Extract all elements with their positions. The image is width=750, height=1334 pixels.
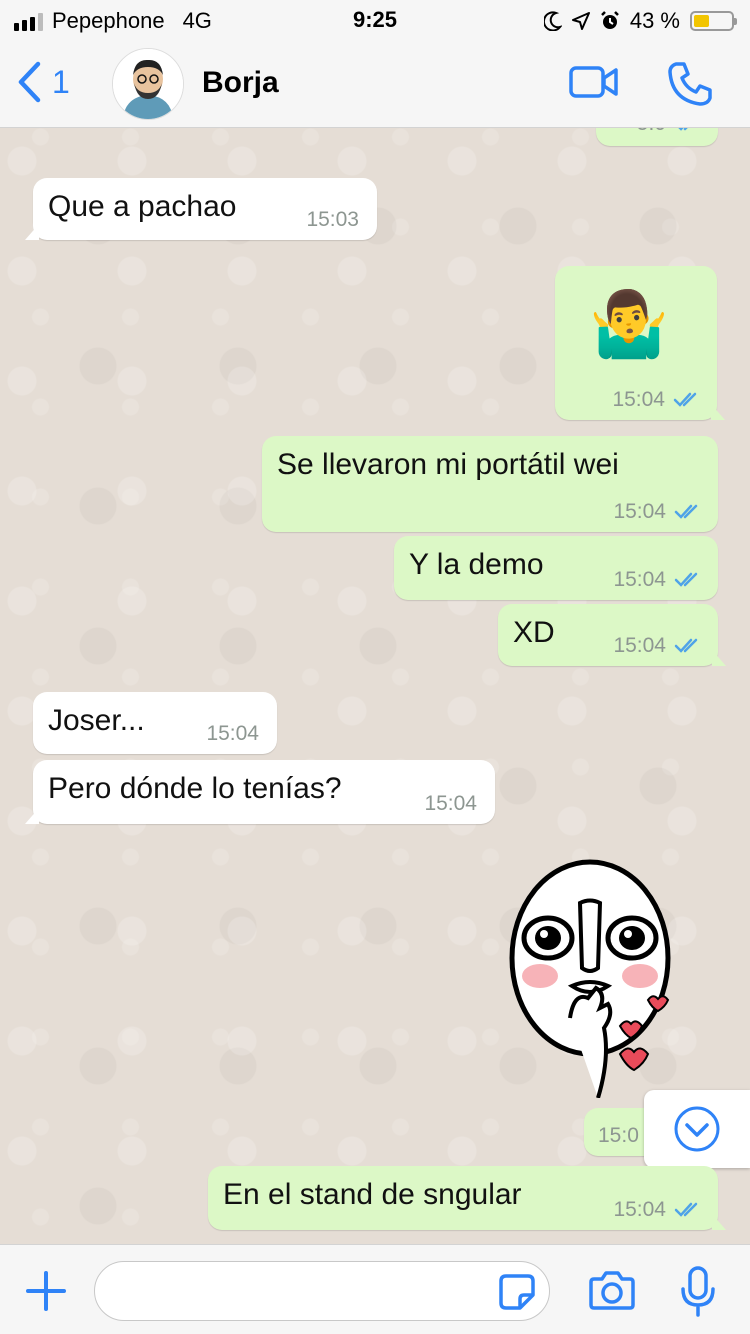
status-bar: Pepephone 4G 9:25 43 %: [0, 0, 750, 40]
outgoing-emoji-message[interactable]: 🤷‍♂️ 15:04: [555, 266, 725, 420]
read-ticks-icon: [678, 128, 688, 131]
message-time: 5:0: [637, 128, 666, 136]
chevron-left-icon: [18, 61, 41, 103]
message-input[interactable]: [94, 1261, 550, 1321]
emoji-shrug: 🤷‍♂️: [589, 288, 669, 360]
message-time: 15:03: [306, 208, 359, 231]
attach-button[interactable]: [24, 1269, 68, 1318]
message-time: 15:0: [598, 1124, 639, 1147]
sticker-face-icon: [509, 859, 671, 1099]
sticker-message[interactable]: [500, 858, 690, 1099]
back-button[interactable]: 1: [16, 60, 70, 104]
outgoing-message[interactable]: Y la demo 15:04: [394, 536, 718, 600]
chat-area[interactable]: 5:0 Que a pachao 15:03 🤷‍♂️ 15:04 Se lle…: [0, 128, 750, 1244]
camera-icon: [589, 1271, 635, 1310]
contact-name[interactable]: Borja: [202, 66, 279, 100]
message-time: 15:04: [613, 634, 666, 657]
message-time: 15:04: [612, 388, 665, 411]
message-input-bar: [0, 1244, 750, 1334]
message-time: 15:04: [206, 722, 259, 745]
message-text: XD: [513, 616, 555, 649]
avatar-illustration-icon: [113, 49, 183, 119]
message-text: Y la demo: [409, 548, 544, 581]
message-time: 15:04: [613, 500, 666, 523]
scroll-to-bottom-button[interactable]: [644, 1090, 750, 1168]
message-text: Que a pachao: [48, 190, 237, 223]
avatar[interactable]: [112, 48, 184, 120]
read-ticks-icon: [674, 638, 698, 653]
message-time: 15:04: [613, 568, 666, 591]
message-text: Joser...: [48, 704, 145, 737]
sticker-icon: [499, 1274, 535, 1310]
outgoing-message[interactable]: En el stand de sngular 15:04: [208, 1166, 726, 1230]
voice-message-button[interactable]: [680, 1265, 716, 1322]
chevron-down-circle-icon: [674, 1106, 720, 1152]
message-time: 15:04: [613, 1198, 666, 1221]
read-ticks-icon: [674, 504, 698, 519]
chat-header: 1 Borja: [0, 40, 750, 128]
microphone-icon: [681, 1266, 715, 1317]
message-text: Pero dónde lo tenías?: [48, 772, 342, 805]
location-arrow-icon: [571, 12, 590, 30]
alarm-icon: [600, 11, 619, 29]
unread-count: 1: [52, 63, 70, 100]
read-ticks-icon: [673, 392, 697, 407]
moon-icon: [543, 11, 562, 31]
read-ticks-icon: [674, 572, 698, 587]
outgoing-message[interactable]: Se llevaron mi portátil wei 15:04: [262, 436, 718, 532]
incoming-message[interactable]: Joser... 15:04: [33, 692, 277, 754]
message-bubble-partial[interactable]: 5:0: [596, 128, 718, 146]
plus-icon: [26, 1271, 66, 1311]
battery-icon: [690, 11, 737, 31]
incoming-message[interactable]: Pero dónde lo tenías? 15:04: [25, 760, 495, 824]
message-text: En el stand de sngular: [223, 1178, 522, 1211]
camera-button[interactable]: [588, 1269, 636, 1316]
battery-percent: 43 %: [629, 8, 680, 33]
message-text: Se llevaron mi portátil wei: [277, 448, 619, 481]
status-bar-right: 43 %: [543, 8, 737, 34]
read-ticks-icon: [674, 1202, 698, 1217]
sticker-button[interactable]: [498, 1273, 536, 1316]
video-call-icon: [569, 66, 618, 98]
outgoing-message[interactable]: XD 15:04: [498, 604, 726, 666]
video-call-button[interactable]: [568, 60, 620, 109]
phone-icon: [668, 62, 712, 106]
incoming-message[interactable]: Que a pachao 15:03: [25, 178, 377, 240]
message-time: 15:04: [424, 792, 477, 815]
phone-call-button[interactable]: [666, 60, 714, 113]
